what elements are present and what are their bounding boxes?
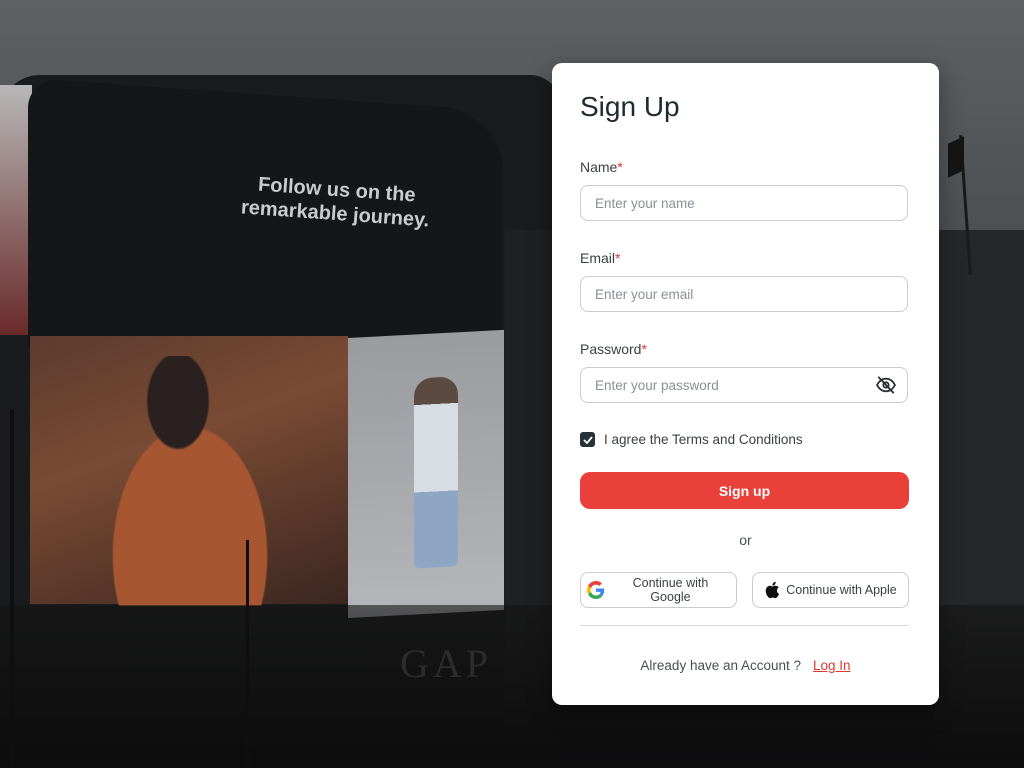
divider xyxy=(580,625,909,626)
login-link[interactable]: Log In xyxy=(813,658,851,673)
billboard-ad-right xyxy=(348,329,504,618)
checkmark-icon xyxy=(582,435,593,444)
signup-card: Sign Up Name* Email* Password* I agree t… xyxy=(552,63,939,705)
required-mark: * xyxy=(617,159,623,175)
street-lamp xyxy=(246,540,249,768)
apple-signin-button[interactable]: Continue with Apple xyxy=(752,572,909,608)
apple-icon xyxy=(766,581,780,599)
name-label: Name* xyxy=(580,159,623,175)
page-title: Sign Up xyxy=(580,91,680,122)
password-label: Password* xyxy=(580,341,647,357)
password-field xyxy=(580,367,908,403)
email-field xyxy=(580,276,908,312)
required-mark: * xyxy=(641,341,647,357)
terms-row: I agree the Terms and Conditions xyxy=(580,432,803,447)
google-icon xyxy=(587,581,605,599)
or-separator: or xyxy=(739,532,752,548)
apple-label: Continue with Apple xyxy=(786,583,897,597)
name-label-text: Name xyxy=(580,159,618,175)
google-signin-button[interactable]: Continue with Google xyxy=(580,572,737,608)
password-label-text: Password xyxy=(580,341,642,357)
google-label: Continue with Google xyxy=(632,576,709,604)
email-label-text: Email xyxy=(580,250,616,266)
signup-button[interactable]: Sign up xyxy=(580,472,909,509)
terms-checkbox[interactable] xyxy=(580,432,595,447)
eye-slash-icon[interactable] xyxy=(875,376,897,394)
street-lamp-left xyxy=(10,410,14,768)
name-field xyxy=(580,185,908,221)
email-label: Email* xyxy=(580,250,620,266)
password-input[interactable] xyxy=(581,368,907,402)
billboard-ad-left xyxy=(30,336,348,606)
login-prompt: Already have an Account ? Log In xyxy=(552,658,939,673)
email-input[interactable] xyxy=(581,277,907,311)
required-mark: * xyxy=(615,250,621,266)
login-prompt-text: Already have an Account ? xyxy=(640,658,802,673)
storefront-sign: GAP xyxy=(400,641,493,686)
name-input[interactable] xyxy=(581,186,907,220)
terms-label: I agree the Terms and Conditions xyxy=(604,432,803,447)
